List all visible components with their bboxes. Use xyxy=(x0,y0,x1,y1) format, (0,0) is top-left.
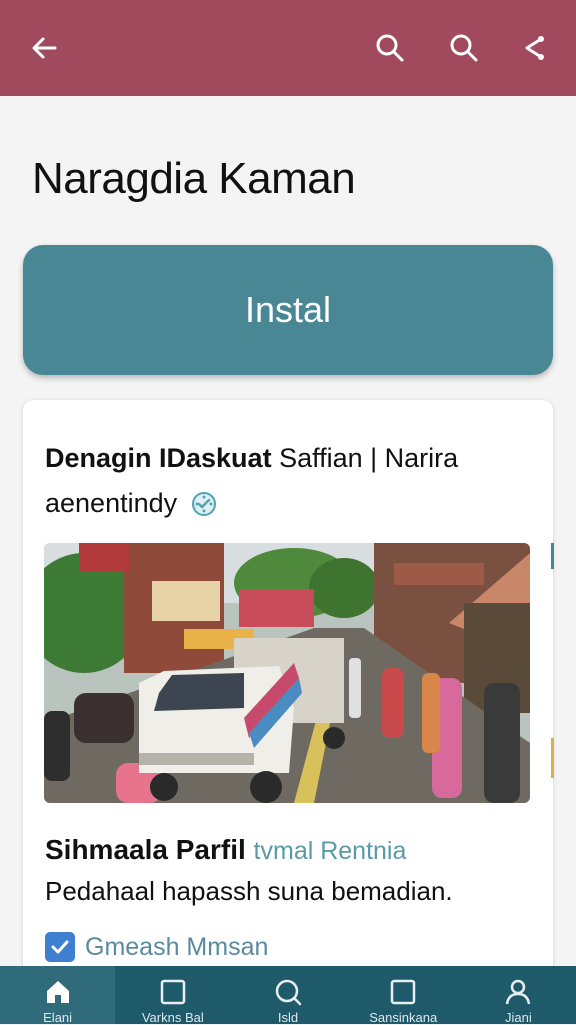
back-arrow-icon[interactable] xyxy=(26,30,62,66)
square-icon xyxy=(388,978,418,1006)
checkbox-label: Gmeash Mmsan xyxy=(85,932,269,961)
card-subtitle: Sihmaala Parfil tvmal Rentnia xyxy=(45,834,406,866)
content-card: Denagin IDaskuat Saffian | Narira aenent… xyxy=(23,400,554,1000)
card-heading-line2: aenentindy xyxy=(45,488,178,518)
nav-label: Elani xyxy=(43,1010,73,1025)
nav-item-profile[interactable]: Jiani xyxy=(461,966,576,1025)
search-icon[interactable] xyxy=(372,30,408,66)
install-button[interactable]: Instal xyxy=(23,245,553,375)
card-subtitle-bold: Sihmaala Parfil xyxy=(45,834,246,865)
card-heading: Denagin IDaskuat Saffian | Narira aenent… xyxy=(45,436,535,526)
street-photo xyxy=(44,543,530,803)
profile-icon xyxy=(503,978,533,1006)
share-icon[interactable] xyxy=(516,30,552,66)
verified-icon xyxy=(191,486,217,516)
photo-edge-accent xyxy=(551,543,554,569)
nav-item-home[interactable]: Elani xyxy=(0,966,116,1025)
top-app-bar xyxy=(0,0,576,96)
square-icon xyxy=(158,978,188,1006)
card-subtitle-accent: tvmal Rentnia xyxy=(253,837,407,865)
nav-label: Varkns Bal xyxy=(141,1010,204,1025)
nav-label: Jiani xyxy=(505,1010,532,1025)
nav-label: Isld xyxy=(277,1010,299,1025)
card-heading-bold: Denagin IDaskuat xyxy=(45,443,272,473)
nav-item-sansinkana[interactable]: Sansinkana xyxy=(346,966,461,1025)
search-icon xyxy=(273,978,303,1006)
card-description: Pedahaal hapassh suna bemadian. xyxy=(45,876,453,906)
card-heading-rest: Saffian | Narira xyxy=(271,443,459,473)
checkbox[interactable] xyxy=(45,932,75,962)
nav-label: Sansinkana xyxy=(369,1010,438,1025)
photo-edge-accent xyxy=(551,738,554,778)
check-icon xyxy=(51,940,69,954)
search-icon[interactable] xyxy=(446,30,482,66)
nav-item-search[interactable]: Isld xyxy=(230,966,345,1025)
home-icon xyxy=(43,978,73,1006)
nav-item-varkns[interactable]: Varkns Bal xyxy=(115,966,230,1025)
checkbox-row[interactable]: Gmeash Mmsan xyxy=(45,932,268,962)
app-title: Naragdia Kaman xyxy=(32,154,356,203)
bottom-navigation: Elani Varkns Bal Isld Sansinkana Jiani xyxy=(0,966,576,1025)
